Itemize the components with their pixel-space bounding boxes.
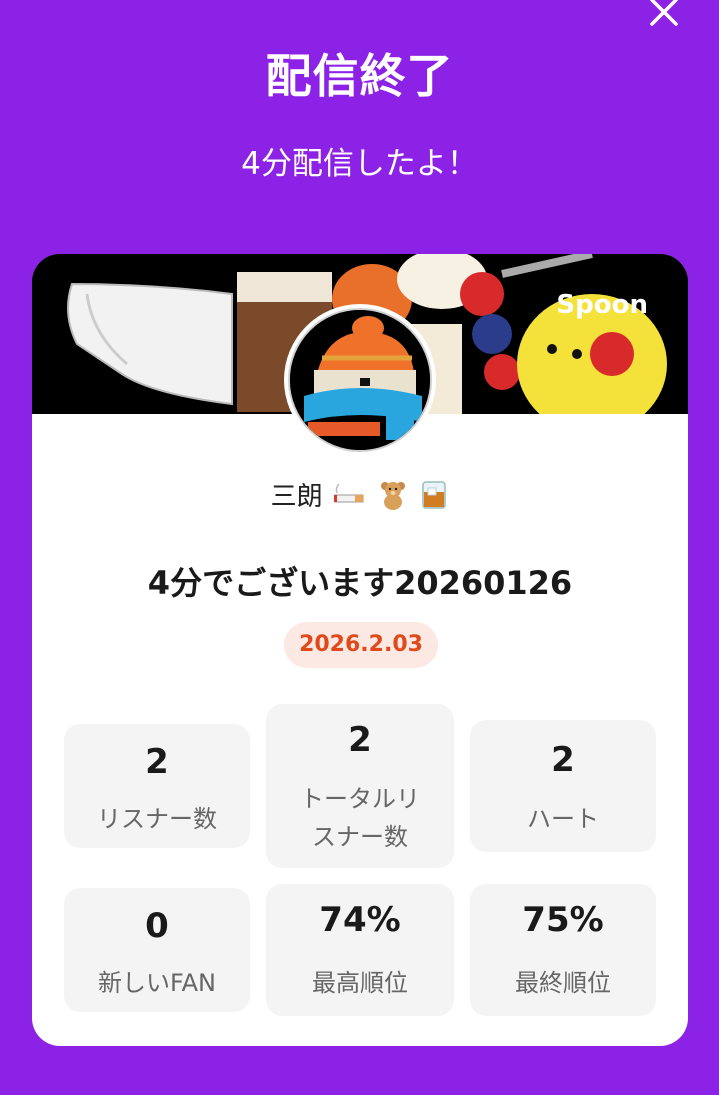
stat-value: 0 [145, 906, 169, 946]
close-icon [650, 0, 678, 26]
stat-label: 最高順位 [312, 969, 408, 997]
avatar[interactable] [284, 304, 436, 456]
page-title: 配信終了 [265, 49, 454, 103]
stat-new-fans: 0 新しいFAN [64, 888, 250, 1012]
stat-highest-rank: 74% 最高順位 [266, 884, 454, 1016]
avatar-image [290, 310, 430, 450]
summary-card: Spoon 三朗 4分でございます20260126 2026.2.03 2 リス… [32, 254, 688, 1046]
close-button[interactable] [642, 0, 686, 36]
stat-label: ハート [527, 805, 599, 833]
whisky-glass-icon [419, 478, 449, 517]
date-badge: 2026.2.03 [284, 622, 438, 668]
live-title: 4分でございます20260126 [147, 564, 573, 602]
stat-label: 最終順位 [515, 969, 611, 997]
stat-label: トータルリ スナー数 [300, 785, 420, 851]
stat-value: 2 [145, 742, 169, 782]
username-text: 三朗 [270, 482, 323, 512]
stat-value: 74% [319, 900, 401, 940]
stat-value: 2 [551, 740, 575, 780]
teddy-bear-icon [377, 478, 409, 517]
stat-hearts: 2 ハート [470, 720, 656, 852]
live-end-screen: 配信終了 4分配信したよ！ Spoon 三朗 4分でございます20260126 … [0, 0, 719, 1095]
spoon-logo: Spoon [556, 290, 648, 320]
stat-total-listeners: 2 トータルリ スナー数 [266, 704, 454, 868]
stat-label: 新しいFAN [98, 969, 216, 997]
page-subtitle: 4分配信したよ！ [241, 146, 478, 182]
stat-value: 75% [522, 900, 604, 940]
stat-value: 2 [348, 720, 372, 760]
stat-listeners: 2 リスナー数 [64, 724, 250, 848]
username: 三朗 [32, 476, 688, 517]
stat-final-rank: 75% 最終順位 [470, 884, 656, 1016]
stat-label: リスナー数 [97, 805, 217, 833]
cigarette-icon [333, 482, 367, 513]
